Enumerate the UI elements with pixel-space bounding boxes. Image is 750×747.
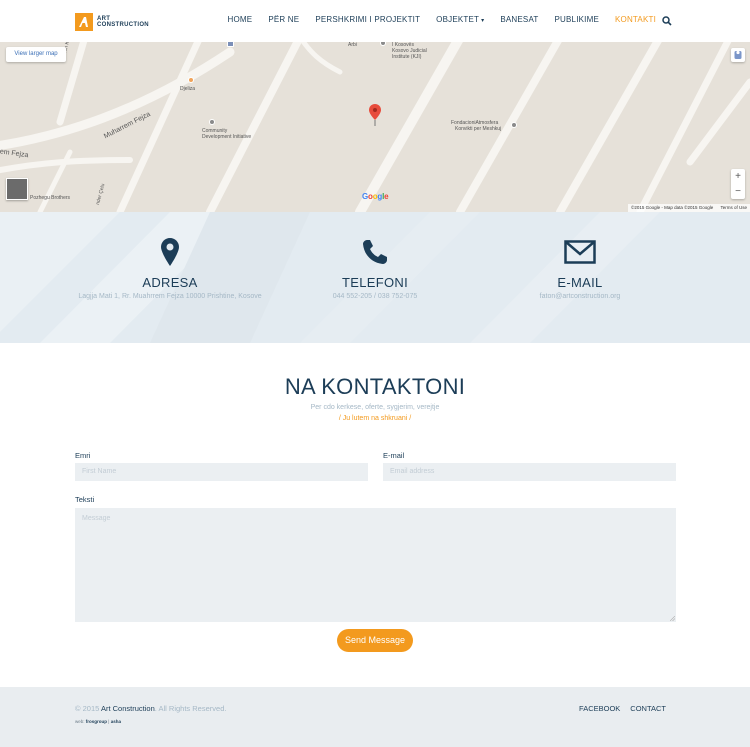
chevron-down-icon: ▾ [481,18,485,24]
credits-separator: | [108,719,110,724]
logo-icon [75,13,93,31]
map-label-djeliza: Djeliza [180,86,196,92]
nav-publikime[interactable]: PUBLIKIME [555,15,599,24]
map-pin-marker-icon[interactable] [369,104,381,128]
copyright-brand[interactable]: Art Construction [101,704,155,713]
email-placeholder: Email address [390,468,435,475]
google-logo: Google [362,192,389,201]
footer-links: FACEBOOK CONTACT [569,704,666,713]
nav-banesat[interactable]: BANESAT [500,15,538,24]
footer-facebook-link[interactable]: FACEBOOK [579,704,620,713]
terms-of-use-link[interactable]: Terms of Use [720,205,747,210]
satellite-toggle[interactable] [6,178,28,200]
credits-frosgroup-link[interactable]: frosgroup [86,719,107,724]
form-title: NA KONTAKTONI [284,374,466,399]
nav-objektet[interactable]: OBJEKTET ▾ [436,15,484,24]
contact-email: E-MAIL faton@artconstruction.org [455,238,705,300]
zoom-out-button[interactable]: − [731,184,745,199]
map-label-community-2: Development Initiative [202,134,252,140]
send-message-button[interactable]: Send Message [337,629,413,652]
credits-asha-link[interactable]: asha [111,719,121,724]
contact-email-title: E-MAIL [557,275,603,290]
envelope-icon [564,240,596,264]
poi-icon[interactable] [511,122,517,128]
form-subtitle: Per cdo kerkese, oferte, sygjerim, verej… [310,404,440,411]
nav-pershkrimi[interactable]: PERSHKRIMI I PROJEKTIT [315,15,420,24]
main-nav: HOME PËR NE PERSHKRIMI I PROJEKTIT OBJEK… [212,15,657,24]
google-map[interactable]: Arbi I Kosovës Kosovo Judicial Institute… [0,42,750,212]
site-footer: © 2015 Art Construction. All Rights Rese… [0,687,750,747]
footer-contact-link[interactable]: CONTACT [630,704,666,713]
nav-kontakti[interactable]: KONTAKTI [615,15,656,24]
map-label-arbi: Arbi [348,42,357,48]
message-label: Teksti [75,495,95,504]
message-textarea[interactable]: Message [75,508,676,622]
map-label-kji-3: Institute (KJI) [392,54,422,60]
map-pin-icon [161,238,179,266]
email-label: E-mail [383,451,405,460]
phone-icon [363,240,387,264]
form-subtitle-note: / Ju lutem na shkruani / [338,415,412,422]
credits-prefix: web: [75,719,85,724]
copyright-year: © 2015 [75,704,100,713]
resize-handle-icon[interactable] [670,616,675,621]
copyright: © 2015 Art Construction. All Rights Rese… [75,704,226,713]
search-icon[interactable] [662,13,672,26]
zoom-in-button[interactable]: + [731,169,745,184]
logo-text: ART CONSTRUCTION [97,15,149,29]
email-input[interactable]: Email address [383,463,676,481]
name-placeholder: First Name [82,468,117,475]
nav-per-ne[interactable]: PËR NE [268,15,299,24]
nav-objektet-label: OBJEKTET [436,15,480,24]
nav-home[interactable]: HOME [228,15,253,24]
name-label: Emri [75,451,91,460]
zoom-control: + − [731,169,745,199]
poi-icon[interactable] [209,119,215,125]
map-label-pozhegu: Pozhegu Brothers [30,195,71,201]
poi-icon[interactable] [188,77,194,83]
map-attribution-text: ©2015 Google - Map data ©2015 Google [631,205,714,210]
map-label-fondacioni-2: Konvikti per Meshkuj [455,126,502,132]
name-input[interactable]: First Name [75,463,368,481]
web-credits: web: frosgroup | asha [75,719,121,724]
street-view-icon[interactable] [731,48,745,62]
message-placeholder: Message [82,515,111,522]
contact-info-band: ADRESA Lagjja Mati 1, Rr. Muahrrem Fejza… [0,212,750,343]
poi-icon[interactable] [227,42,234,47]
copyright-suffix: . All Rights Reserved. [154,704,227,713]
contact-email-text[interactable]: faton@artconstruction.org [455,293,705,300]
logo[interactable]: ART CONSTRUCTION [75,13,149,31]
view-larger-map-button[interactable]: View larger map [6,47,66,62]
site-header: ART CONSTRUCTION HOME PËR NE PERSHKRIMI … [0,0,750,42]
map-attribution: ©2015 Google - Map data ©2015 Google Ter… [628,204,750,212]
